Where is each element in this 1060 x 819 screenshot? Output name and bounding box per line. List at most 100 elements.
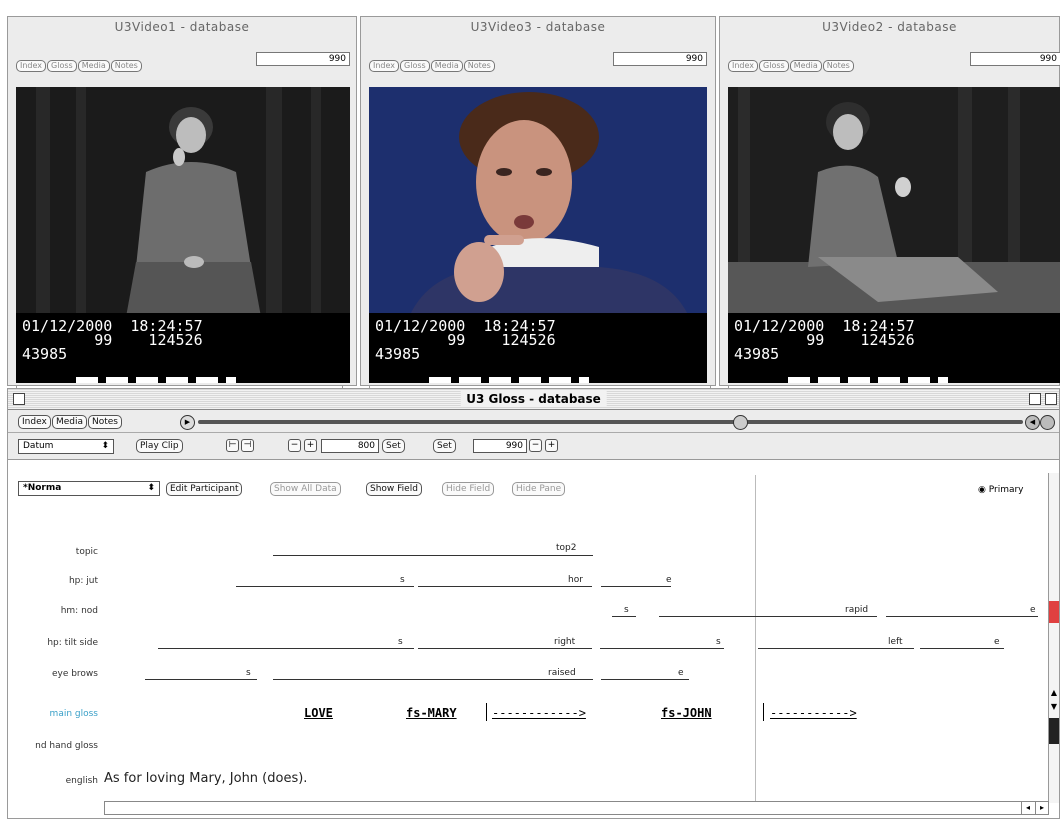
tilt-mid: s <box>716 637 721 647</box>
tab-toolbar: Index Media Notes ▶ ◀ <box>8 410 1059 433</box>
zoom-box-icon[interactable] <box>1029 393 1041 405</box>
end-decrement-button[interactable]: − <box>529 439 542 452</box>
frame-counter[interactable]: 990 <box>613 52 707 66</box>
start-back-button[interactable]: ⊢ <box>226 439 239 452</box>
gloss-love[interactable]: LOVE <box>304 706 333 720</box>
volume-icon[interactable]: ◀ <box>1025 415 1040 430</box>
tilt-right: right <box>554 637 576 647</box>
hm-nod-span-2 <box>659 616 877 617</box>
tier-label-main-gloss: main gloss <box>49 709 98 719</box>
video-frame[interactable]: 01/12/2000 18:24:57 99 124526 43985 <box>16 87 350 383</box>
start-prev-button[interactable]: ⊣ <box>241 439 254 452</box>
set-start-button[interactable]: Set <box>382 439 405 453</box>
show-field-button[interactable]: Show Field <box>366 482 422 496</box>
index-button[interactable]: Index <box>18 415 51 429</box>
topic-span <box>273 555 593 556</box>
datum-select[interactable]: Datum ⬍ <box>18 439 114 454</box>
tilt-span-1 <box>158 648 414 649</box>
notes-button[interactable]: Notes <box>463 60 495 72</box>
frame-counter[interactable]: 990 <box>970 52 1060 66</box>
window-title: U3Video1 - database <box>114 20 250 34</box>
start-frame-input[interactable]: 800 <box>321 439 379 453</box>
hm-nod-rapid: rapid <box>845 605 869 615</box>
index-button[interactable]: Index <box>16 60 47 72</box>
close-box-icon[interactable] <box>13 393 25 405</box>
play-icon[interactable]: ▶ <box>180 415 195 430</box>
gloss-button[interactable]: Gloss <box>47 60 77 72</box>
set-end-button[interactable]: Set <box>433 439 456 453</box>
video-window-1: U3Video1 - database Index Gloss Media Notes… <box>7 16 357 401</box>
tier-label-eye-brows: eye brows <box>51 669 98 679</box>
timeline-slider[interactable] <box>198 420 1023 424</box>
timecode-bar <box>429 377 589 383</box>
video-frame[interactable]: 01/12/2000 18:24:57 99 124526 43985 <box>369 87 707 383</box>
slider-thumb[interactable] <box>733 415 748 430</box>
timestamp-id: 43985 <box>734 345 780 363</box>
participant-select-value: *Norma <box>23 483 62 493</box>
video-image <box>369 87 707 317</box>
tilt-left: left <box>888 637 903 647</box>
scroll-track-dark <box>1049 718 1059 744</box>
hp-jut-span-2 <box>418 586 592 587</box>
tier-label-english: english <box>65 776 98 786</box>
media-button[interactable]: Media <box>430 60 463 72</box>
vertical-scrollbar[interactable]: ▲ ▼ <box>1048 473 1059 803</box>
english-translation[interactable]: As for loving Mary, John (does). <box>104 771 307 786</box>
hide-pane-button[interactable]: Hide Pane <box>512 482 566 496</box>
start-increment-button[interactable]: + <box>304 439 317 452</box>
brows-raised: raised <box>548 668 576 678</box>
edit-participant-button[interactable]: Edit Participant <box>166 482 243 496</box>
video-toolbar: Index Gloss Media Notes <box>369 53 496 72</box>
scroll-right-icon[interactable]: ▸ <box>1035 802 1048 814</box>
hm-nod-span-3 <box>886 616 1038 617</box>
play-clip-button[interactable]: Play Clip <box>136 439 183 453</box>
frame-counter[interactable]: 990 <box>256 52 350 66</box>
timecode-bar <box>788 377 948 383</box>
end-increment-button[interactable]: + <box>545 439 558 452</box>
gloss-cursor-2 <box>763 703 764 721</box>
participant-select[interactable]: *Norma ⬍ <box>18 481 160 496</box>
brows-end: e <box>678 668 684 678</box>
notes-button[interactable]: Notes <box>88 415 122 429</box>
primary-radio[interactable]: ◉ Primary <box>978 485 1024 495</box>
hide-field-button[interactable]: Hide Field <box>442 482 495 496</box>
notes-button[interactable]: Notes <box>110 60 142 72</box>
scroll-left-icon[interactable]: ◂ <box>1021 802 1034 814</box>
hm-nod-start: s <box>624 605 629 615</box>
video-frame[interactable]: 01/12/2000 18:24:57 99 124526 43985 <box>728 87 1060 383</box>
forward-icon[interactable] <box>1040 415 1055 430</box>
tier-label-hp-tilt-side: hp: tilt side <box>47 638 98 648</box>
tilt-end: e <box>994 637 1000 647</box>
index-button[interactable]: Index <box>369 60 400 72</box>
video-image <box>16 87 350 317</box>
end-frame-input[interactable]: 990 <box>473 439 527 453</box>
brows-span-3 <box>601 679 689 680</box>
hm-nod-span-1 <box>612 616 636 617</box>
gloss-fs-mary[interactable]: fs-MARY <box>406 706 457 720</box>
gloss-fs-john[interactable]: fs-JOHN <box>661 706 712 720</box>
index-button[interactable]: Index <box>728 60 759 72</box>
media-button[interactable]: Media <box>789 60 822 72</box>
scroll-up-icon[interactable]: ▲ <box>1049 687 1059 699</box>
horizontal-scrollbar[interactable]: ◂ ▸ <box>104 801 1049 815</box>
gloss-button[interactable]: Gloss <box>759 60 789 72</box>
scroll-marker <box>1049 601 1059 623</box>
datum-select-value: Datum <box>23 441 54 451</box>
hp-jut-end: e <box>666 575 672 585</box>
scroll-down-icon[interactable]: ▼ <box>1049 701 1059 713</box>
media-button[interactable]: Media <box>77 60 110 72</box>
tilt-span-3 <box>600 648 724 649</box>
start-decrement-button[interactable]: − <box>288 439 301 452</box>
tilt-span-5 <box>920 648 1004 649</box>
media-button[interactable]: Media <box>52 415 88 429</box>
video-image <box>728 87 1060 317</box>
gloss-button[interactable]: Gloss <box>400 60 430 72</box>
timestamp-overlay: 01/12/2000 18:24:57 99 124526 43985 <box>369 313 707 383</box>
hp-jut-span-1 <box>236 586 414 587</box>
hp-jut-span-3 <box>601 586 671 587</box>
tilt-start: s <box>398 637 403 647</box>
timestamp-frames: 99 124526 <box>22 331 203 349</box>
show-all-data-button[interactable]: Show All Data <box>270 482 341 496</box>
collapse-box-icon[interactable] <box>1045 393 1057 405</box>
notes-button[interactable]: Notes <box>822 60 854 72</box>
